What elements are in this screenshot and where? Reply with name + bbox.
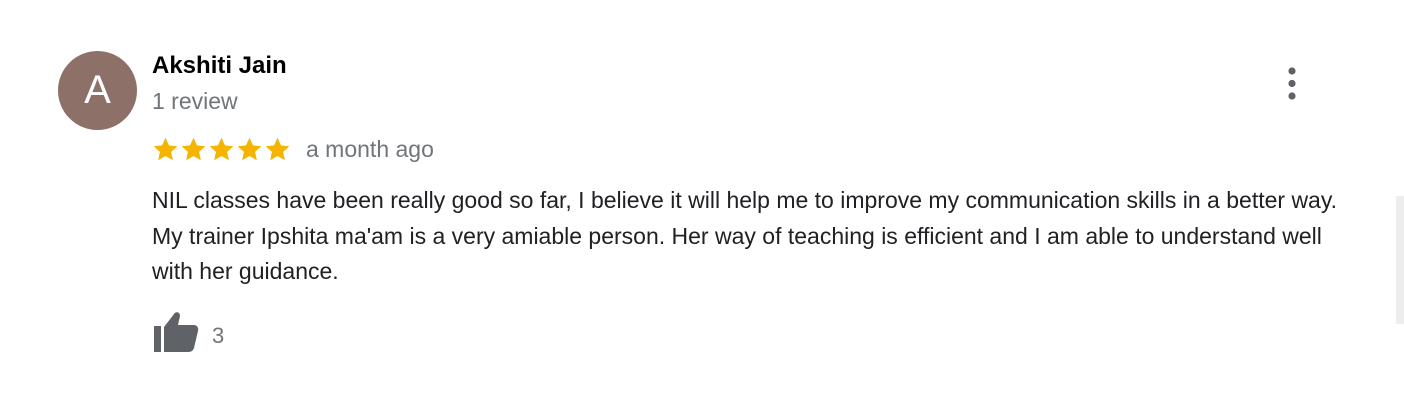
more-options-button[interactable] (1276, 64, 1308, 104)
scrollbar-thumb[interactable] (1396, 196, 1404, 324)
review-card: A Akshiti Jain 1 review a month ago NIL … (0, 0, 1404, 408)
author-name[interactable]: Akshiti Jain (152, 52, 287, 80)
avatar[interactable]: A (58, 51, 137, 130)
like-count: 3 (212, 323, 225, 348)
thumb-up-icon (154, 312, 199, 352)
star-icon (209, 137, 234, 161)
star-icon (153, 137, 178, 161)
review-count: 1 review (152, 88, 238, 114)
review-time: a month ago (306, 136, 434, 162)
star-rating (152, 136, 291, 164)
more-vert-icon (1288, 67, 1296, 100)
star-icon (181, 137, 206, 161)
star-icon (237, 137, 262, 161)
like-button[interactable] (152, 310, 200, 354)
star-icon (265, 137, 290, 161)
review-text: NIL classes have been really good so far… (152, 187, 1338, 284)
